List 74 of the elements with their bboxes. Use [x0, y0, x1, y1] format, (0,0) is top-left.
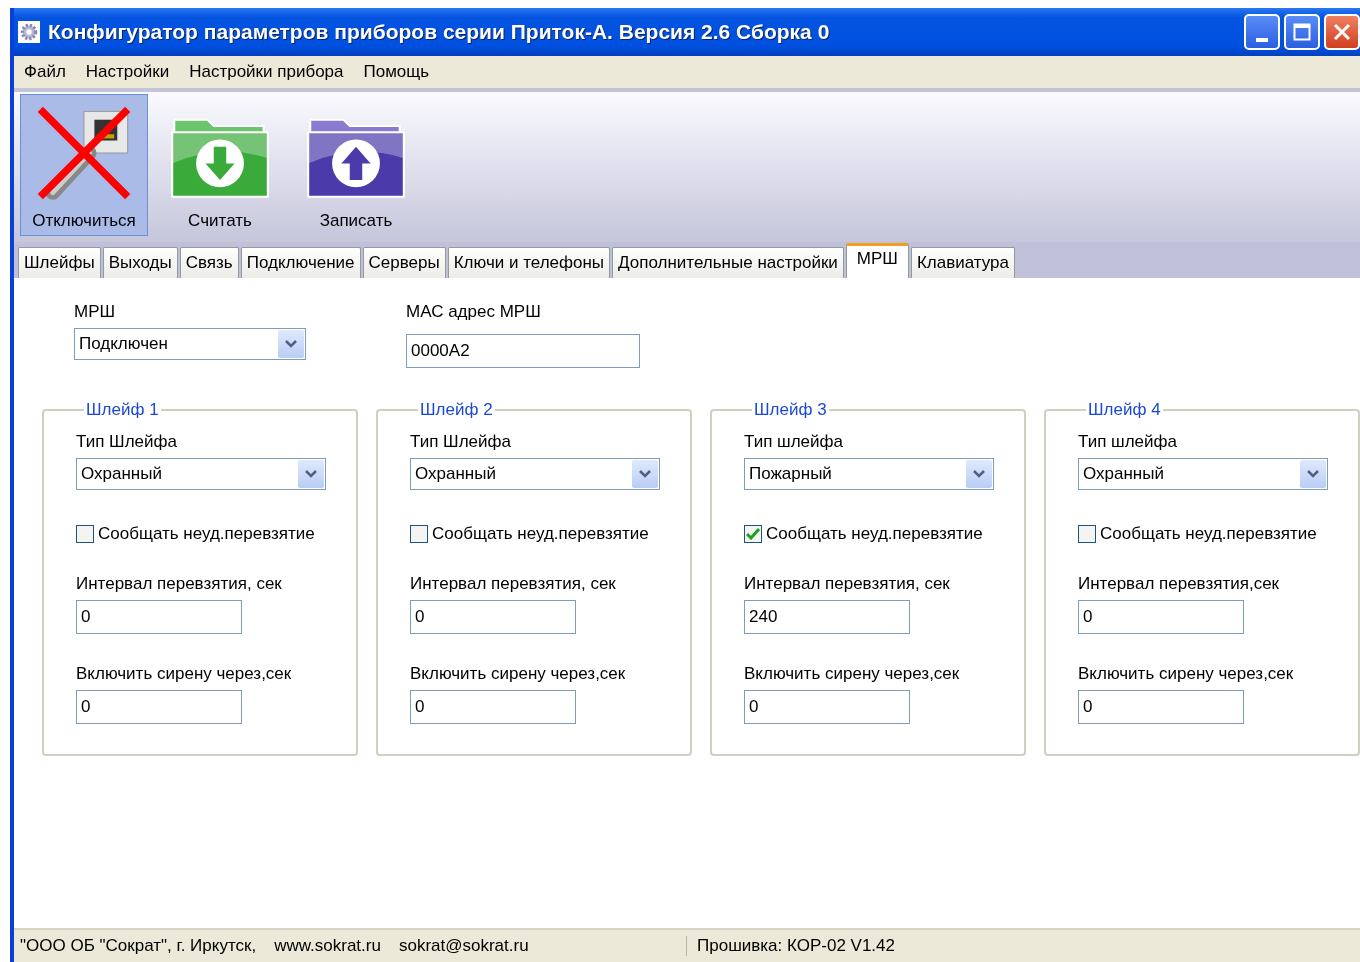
dropdown[interactable]: Подключен [74, 328, 306, 360]
group-title: Шлейф 3 [753, 400, 828, 420]
gear-icon [18, 21, 40, 43]
input-field[interactable]: 0 [1078, 600, 1244, 634]
maximize-icon [1293, 23, 1311, 41]
field-label: МРШ [74, 302, 117, 322]
tab[interactable]: Подключение [240, 247, 361, 278]
chevron-down-icon [639, 470, 651, 478]
status-text: "ООО ОБ "Сократ", г. Иркутск, [20, 936, 257, 956]
group-title: Шлейф 2 [419, 400, 494, 420]
checkbox-label[interactable]: Сообщать неуд.перевзятие [98, 524, 315, 544]
tab[interactable]: Шлейфы [18, 247, 101, 278]
field-label: Включить сирену через,сек [744, 664, 960, 684]
menu-item[interactable]: Помощь [363, 62, 430, 82]
field-label: Интервал перевзятия, сек [744, 574, 950, 594]
chevron-down-icon [1307, 470, 1319, 478]
input-field[interactable]: 0 [744, 690, 910, 724]
menu-item[interactable]: Настройки [85, 62, 170, 82]
input-field[interactable]: 0 [1078, 690, 1244, 724]
status-text: www.sokrat.ru [274, 936, 381, 956]
close-icon [1333, 23, 1351, 41]
input-field[interactable]: 0000А2 [406, 334, 640, 368]
field-label: Интервал перевзятия, сек [76, 574, 282, 594]
input-field[interactable]: 240 [744, 600, 910, 634]
tab[interactable]: Выходы [102, 247, 178, 278]
checkmark-icon [746, 528, 760, 540]
checkbox-label[interactable]: Сообщать неуд.перевзятие [1100, 524, 1317, 544]
input-field[interactable]: 0 [410, 690, 576, 724]
tab[interactable]: Ключи и телефоны [447, 247, 611, 278]
checkbox-label[interactable]: Сообщать неуд.перевзятие [766, 524, 983, 544]
checkbox-label[interactable]: Сообщать неуд.перевзятие [432, 524, 649, 544]
status-text: Прошивка: КОР-02 V1.42 [697, 936, 895, 955]
toolbar-button[interactable]: Отключиться [20, 94, 148, 236]
field-label: Тип шлейфа [744, 432, 843, 452]
dropdown[interactable]: Охранный [410, 458, 660, 490]
chevron-down-icon [305, 470, 317, 478]
checkbox[interactable] [744, 525, 762, 543]
checkbox[interactable] [410, 525, 428, 543]
checkbox[interactable] [1078, 525, 1096, 543]
close-button[interactable] [1324, 14, 1360, 50]
chevron-down-icon [973, 470, 985, 478]
input-field[interactable]: 0 [76, 600, 242, 634]
dropdown[interactable]: Охранный [1078, 458, 1328, 490]
tab[interactable]: Серверы [362, 247, 446, 278]
toolbar-button[interactable]: Считать [156, 94, 284, 236]
checkbox[interactable] [76, 525, 94, 543]
field-label: МАС адрес МРШ [406, 302, 542, 322]
dropdown[interactable]: Пожарный [744, 458, 994, 490]
group-title: Шлейф 4 [1087, 400, 1162, 420]
chevron-down-icon [285, 340, 297, 348]
field-label: Включить сирену через,сек [1078, 664, 1294, 684]
field-label: Тип Шлейфа [76, 432, 177, 452]
maximize-button[interactable] [1284, 14, 1320, 50]
field-label: Включить сирену через,сек [410, 664, 626, 684]
field-label: Включить сирену через,сек [76, 664, 292, 684]
tab[interactable]: Клавиатура [910, 247, 1016, 278]
input-field[interactable]: 0 [76, 690, 242, 724]
field-label: Тип шлейфа [1078, 432, 1177, 452]
dropdown[interactable]: Охранный [76, 458, 326, 490]
tab[interactable]: МРШ [845, 243, 909, 278]
input-field[interactable]: 0 [410, 600, 576, 634]
tab[interactable]: Дополнительные настройки [612, 247, 844, 278]
minimize-icon [1256, 38, 1268, 42]
toolbar-button[interactable]: Записать [292, 94, 420, 236]
status-text: sokrat@sokrat.ru [398, 936, 529, 956]
window-title: Конфигуратор параметров приборов серии Приток-А. Версия 2.6 Сборка 0 [48, 20, 831, 44]
field-label: Тип Шлейфа [410, 432, 511, 452]
menu-item[interactable]: Файл [24, 62, 66, 82]
group-title: Шлейф 1 [85, 400, 160, 420]
field-label: Интервал перевзятия,сек [1078, 574, 1280, 594]
tab[interactable]: Связь [179, 247, 239, 278]
field-label: Интервал перевзятия, сек [410, 574, 616, 594]
menu-item[interactable]: Настройки прибора [189, 62, 344, 82]
minimize-button[interactable] [1244, 14, 1280, 50]
